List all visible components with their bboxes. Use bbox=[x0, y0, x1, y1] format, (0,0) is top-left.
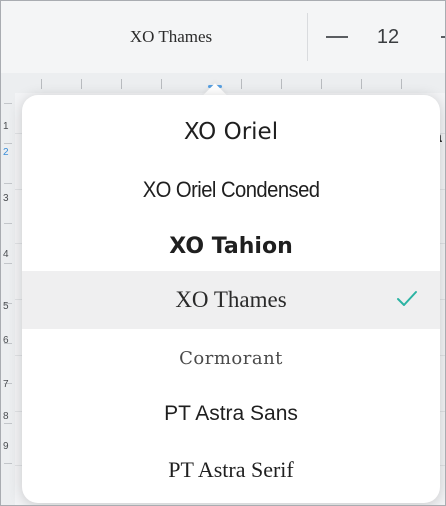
line-number: 1 bbox=[3, 121, 9, 132]
plus-icon bbox=[441, 36, 445, 38]
font-option-label: XO Oriel bbox=[183, 119, 279, 145]
minus-icon bbox=[326, 36, 348, 38]
line-number: 8 bbox=[3, 411, 9, 422]
increase-font-size-button[interactable] bbox=[425, 17, 445, 57]
font-size-value: 12 bbox=[376, 25, 400, 48]
line-number: 3 bbox=[3, 193, 9, 204]
font-option-label: XO Oriel Condensed bbox=[142, 177, 320, 202]
font-option-label: Cormorant bbox=[179, 347, 283, 369]
font-option-xo-oriel-condensed[interactable]: XO Oriel Condensed bbox=[22, 161, 440, 219]
font-option-label: PT Astra Serif bbox=[168, 457, 294, 482]
font-name-label: XO Thames bbox=[129, 27, 213, 46]
font-picker-popover: XO Oriel XO Oriel Condensed XO Tahion XO… bbox=[22, 95, 440, 503]
line-number: 5 bbox=[3, 301, 9, 312]
font-option-pt-astra-sans[interactable]: PT Astra Sans bbox=[22, 385, 440, 443]
font-option-xo-oriel[interactable]: XO Oriel bbox=[22, 103, 440, 161]
decrease-font-size-button[interactable] bbox=[317, 17, 357, 57]
font-option-label: XO Tahion bbox=[169, 233, 293, 259]
format-toolbar: XO Thames 12 bbox=[1, 1, 445, 74]
line-number: 9 bbox=[3, 441, 9, 452]
checkmark-icon bbox=[397, 291, 417, 306]
line-number: 4 bbox=[3, 249, 9, 260]
font-name-button[interactable]: XO Thames bbox=[41, 1, 301, 73]
line-number: 6 bbox=[3, 335, 9, 346]
font-option-cormorant[interactable]: Cormorant bbox=[22, 329, 440, 387]
line-number: 7 bbox=[3, 379, 9, 390]
toolbar-divider bbox=[307, 13, 308, 61]
line-number-active: 2 bbox=[3, 147, 9, 158]
font-option-pt-astra-serif[interactable]: PT Astra Serif bbox=[22, 441, 440, 499]
font-option-xo-tahion[interactable]: XO Tahion bbox=[22, 217, 440, 275]
font-option-label: PT Astra Sans bbox=[164, 402, 298, 425]
font-option-label: XO Thames bbox=[175, 287, 287, 312]
font-option-xo-thames[interactable]: XO Thames bbox=[22, 271, 440, 329]
app-window: XO Thames 12 1 2 3 4 5 6 7 8 9 XO Oriel … bbox=[0, 0, 446, 506]
